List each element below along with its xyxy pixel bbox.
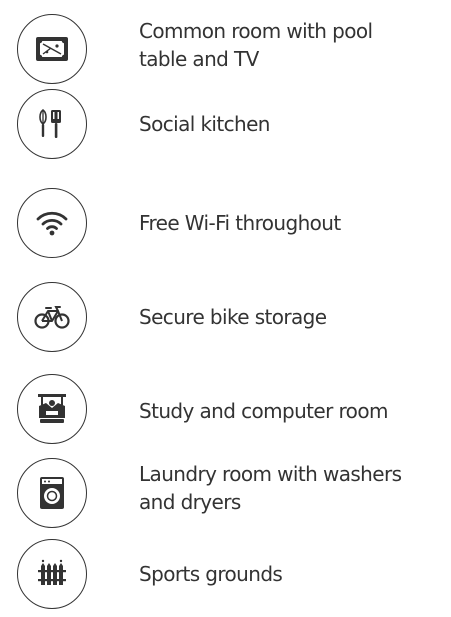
amenity-item-common-room: Common room with pool table and TV [0,10,451,88]
amenity-list: Common room with pool table and TV Socia… [0,0,451,617]
amenity-label-kitchen: Social kitchen [139,112,270,136]
washing-machine-icon [17,458,87,528]
amenity-label-bike: Secure bike storage [139,305,327,329]
study-desk-icon [17,374,87,444]
amenity-label-study: Study and computer room [139,399,388,423]
amenity-item-sports: Sports grounds [0,538,451,617]
amenity-item-kitchen: Social kitchen [0,89,451,167]
amenity-item-wifi: Free Wi-Fi throughout [0,188,451,266]
amenity-label-sports: Sports grounds [139,561,283,586]
amenity-label-laundry: Laundry room with washers and dryers [139,462,402,514]
bicycle-icon [17,282,87,352]
amenity-item-bike: Secure bike storage [0,282,451,360]
amenity-label-wifi: Free Wi-Fi throughout [139,211,341,235]
kitchen-utensils-icon [17,89,87,159]
pool-table-icon [17,14,87,84]
amenity-item-study: Study and computer room [0,374,451,452]
wifi-icon [17,188,87,258]
amenity-label-common-room: Common room with pool table and TV [139,19,373,71]
amenity-item-laundry: Laundry room with washers and dryers [0,456,451,534]
fence-icon [17,539,87,609]
